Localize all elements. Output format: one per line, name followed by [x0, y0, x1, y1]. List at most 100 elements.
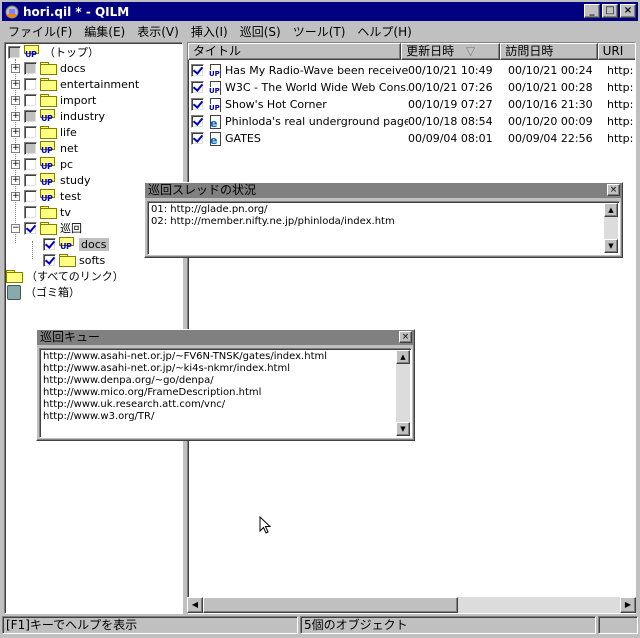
tree-item-trash[interactable]: （ゴミ箱）: [5, 284, 80, 300]
tree-item-softs[interactable]: softs: [43, 252, 105, 268]
tree-item-test[interactable]: + UP test: [11, 188, 81, 204]
maximize-button[interactable]: □: [602, 4, 618, 18]
title-bar[interactable]: hori.qil * - QILM _ □ ×: [2, 2, 638, 21]
queue-panel-title[interactable]: 巡回キュー ×: [37, 330, 414, 345]
tree-item-junkai[interactable]: − 巡回: [11, 220, 82, 236]
tree-checkbox[interactable]: [24, 61, 37, 75]
tree-item-life[interactable]: + life: [11, 124, 77, 140]
column-visited[interactable]: 訪問日時: [500, 43, 598, 60]
tree-item-all-links[interactable]: （すべてのリンク）: [6, 268, 124, 284]
patrol-queue-panel[interactable]: 巡回キュー × http://www.asahi-net.or.jp/~FV6N…: [36, 329, 415, 441]
expand-icon[interactable]: +: [11, 111, 20, 121]
scroll-left-button[interactable]: ◀: [187, 597, 203, 613]
close-icon[interactable]: ×: [607, 184, 620, 196]
row-checkbox[interactable]: [191, 132, 204, 145]
tree-checkbox[interactable]: [24, 77, 37, 91]
tree-checkbox[interactable]: [24, 221, 37, 235]
tree-label: net: [60, 141, 79, 155]
tree-checkbox[interactable]: [24, 205, 37, 219]
tree-checkbox[interactable]: [43, 253, 56, 267]
tree-checkbox[interactable]: [24, 157, 37, 171]
tree-item-import[interactable]: + import: [11, 92, 96, 108]
scroll-up-button[interactable]: ▲: [396, 350, 410, 364]
queue-line: http://www.asahi-net.or.jp/~ki4s-nkmr/in…: [43, 363, 290, 374]
link-list[interactable]: タイトル 更新日時 ▽ 訪問日時 URI eUP Has My Radio-Wa…: [187, 42, 636, 614]
column-title[interactable]: タイトル: [188, 43, 402, 60]
list-row[interactable]: eUP Has My Radio-Wave been receive... 00…: [188, 62, 635, 79]
horizontal-scrollbar[interactable]: ◀ ▶: [187, 597, 636, 613]
queue-line: http://www.uk.research.att.com/vnc/: [43, 399, 226, 410]
row-visited: 00/10/21 00:28: [508, 81, 593, 94]
scroll-right-button[interactable]: ▶: [620, 597, 636, 613]
menu-help[interactable]: ヘルプ(H): [351, 23, 417, 40]
list-row[interactable]: eUP Show's Hot Corner 00/10/19 07:27 00/…: [188, 96, 635, 113]
close-button[interactable]: ×: [620, 4, 636, 18]
up-folder-icon: UP: [40, 157, 56, 171]
row-uri: http:: [607, 115, 634, 128]
expand-icon[interactable]: +: [11, 127, 20, 137]
menu-edit[interactable]: 編集(E): [78, 23, 131, 40]
expand-icon[interactable]: +: [11, 63, 20, 73]
list-row[interactable]: eUP W3C - The World Wide Web Cons... 00/…: [188, 79, 635, 96]
thread-status-panel[interactable]: 巡回スレッドの状況 × 01: http://glade.pn.org/ 02:…: [144, 182, 623, 258]
tree-checkbox[interactable]: [24, 141, 37, 155]
list-row[interactable]: e GATES 00/09/04 08:01 00/09/04 22:56 ht…: [188, 130, 635, 147]
menu-insert[interactable]: 挿入(I): [185, 23, 234, 40]
tree-checkbox[interactable]: [24, 125, 37, 139]
tree-checkbox[interactable]: [8, 45, 21, 59]
tree-item-docs[interactable]: + docs: [11, 60, 86, 76]
row-title: W3C - The World Wide Web Cons...: [225, 81, 408, 94]
scroll-thumb[interactable]: [203, 597, 458, 613]
scroll-up-button[interactable]: ▲: [604, 203, 618, 217]
tree-checkbox[interactable]: [24, 93, 37, 107]
tree-checkbox[interactable]: [24, 173, 37, 187]
up-page-icon: eUP: [207, 63, 223, 79]
row-visited: 00/10/16 21:30: [508, 98, 593, 111]
menu-file[interactable]: ファイル(F): [2, 23, 78, 40]
row-updated: 00/10/18 08:54: [408, 115, 493, 128]
vertical-scrollbar[interactable]: ▲ ▼: [396, 350, 410, 436]
app-icon[interactable]: [4, 4, 20, 20]
scroll-down-button[interactable]: ▼: [604, 239, 618, 253]
row-checkbox[interactable]: [191, 81, 204, 94]
tree-item-study[interactable]: + UP study: [11, 172, 91, 188]
thread-list[interactable]: 01: http://glade.pn.org/ 02: http://memb…: [147, 201, 620, 255]
row-uri: http:: [607, 81, 634, 94]
up-folder-icon: UP: [40, 141, 56, 155]
minimize-button[interactable]: _: [584, 4, 600, 18]
queue-list[interactable]: http://www.asahi-net.or.jp/~FV6N-TNSK/ga…: [39, 348, 412, 438]
tree-item-junkai-docs[interactable]: UP docs: [43, 236, 109, 252]
tree-checkbox[interactable]: [24, 189, 37, 203]
tree-item-pc[interactable]: + UP pc: [11, 156, 73, 172]
tree-item-tv[interactable]: tv: [24, 204, 71, 220]
collapse-icon[interactable]: −: [11, 223, 20, 233]
tree-item-root[interactable]: UP （トップ）: [8, 44, 99, 60]
menu-view[interactable]: 表示(V): [131, 23, 185, 40]
list-row[interactable]: e Phinloda's real underground page 00/10…: [188, 113, 635, 130]
row-checkbox[interactable]: [191, 115, 204, 128]
expand-icon[interactable]: +: [11, 95, 20, 105]
tree-checkbox[interactable]: [43, 237, 56, 251]
menu-tools[interactable]: ツール(T): [287, 23, 352, 40]
tree-item-entertainment[interactable]: + entertainment: [11, 76, 139, 92]
thread-panel-title[interactable]: 巡回スレッドの状況 ×: [145, 183, 622, 198]
scroll-down-button[interactable]: ▼: [396, 422, 410, 436]
expand-icon[interactable]: +: [11, 79, 20, 89]
queue-line: http://www.w3.org/TR/: [43, 411, 155, 422]
column-updated[interactable]: 更新日時 ▽: [401, 43, 501, 60]
menu-patrol[interactable]: 巡回(S): [234, 23, 287, 40]
expand-icon[interactable]: +: [11, 143, 20, 153]
column-uri[interactable]: URI: [597, 43, 635, 60]
tree-checkbox[interactable]: [24, 109, 37, 123]
expand-icon[interactable]: +: [11, 191, 20, 201]
tree-label: tv: [60, 205, 71, 219]
tree-item-net[interactable]: + UP net: [11, 140, 78, 156]
vertical-scrollbar[interactable]: ▲ ▼: [604, 203, 618, 253]
expand-icon[interactable]: +: [11, 175, 20, 185]
row-checkbox[interactable]: [191, 64, 204, 77]
expand-icon[interactable]: +: [11, 159, 20, 169]
close-icon[interactable]: ×: [399, 331, 412, 343]
folder-tree[interactable]: UP （トップ） + docs + entertainment + import…: [4, 42, 183, 614]
row-checkbox[interactable]: [191, 98, 204, 111]
tree-item-industry[interactable]: + UP industry: [11, 108, 105, 124]
